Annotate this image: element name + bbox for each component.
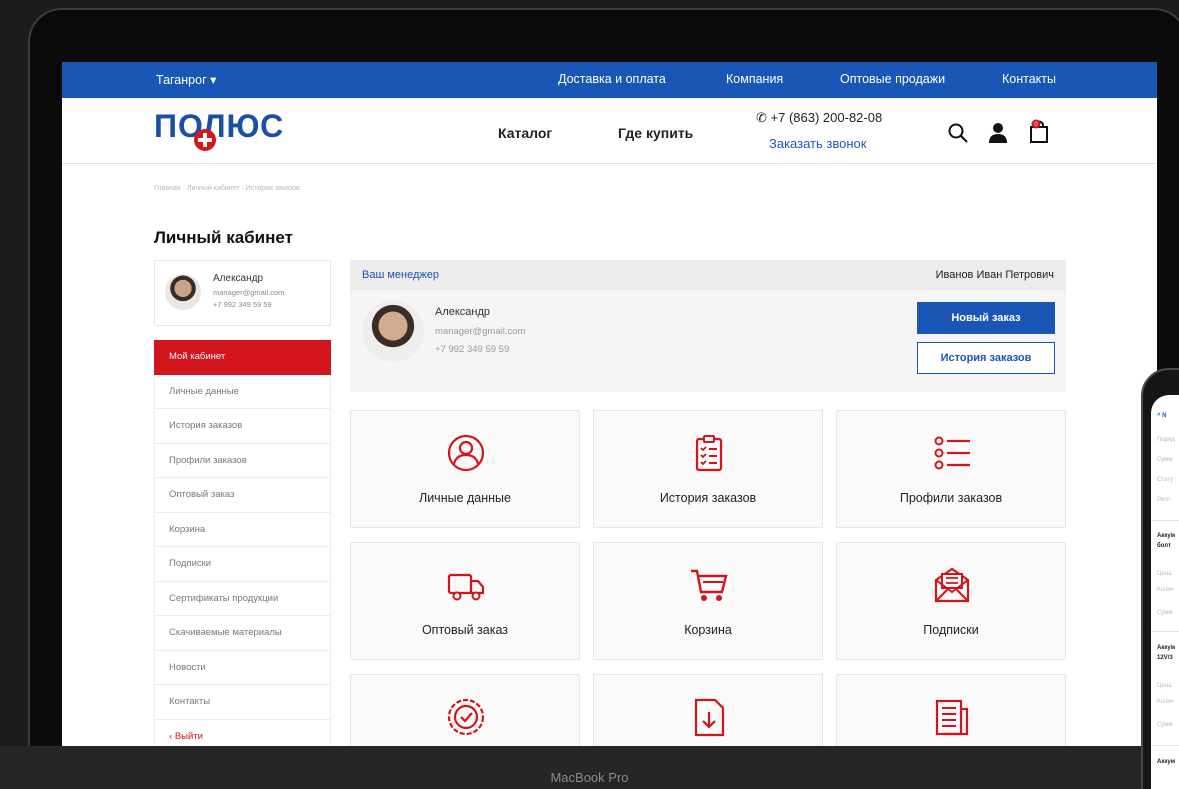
breadcrumb[interactable]: Главная · Личный кабинет · История заказ… [154, 185, 300, 192]
order-history-button[interactable]: История заказов [917, 342, 1055, 374]
top-bar: Таганрог ▾ Доставка и оплата Компания Оп… [62, 62, 1157, 98]
search-icon[interactable] [947, 122, 969, 144]
download-file-icon [694, 698, 725, 737]
manager-avatar [362, 300, 424, 362]
divider [1151, 631, 1179, 632]
side-item-wholesale-order[interactable]: Оптовый заказ [154, 478, 331, 513]
side-item-my-cabinet[interactable]: Мой кабинет [154, 340, 331, 375]
shopping-bag-icon[interactable]: 0 [1027, 118, 1051, 144]
phone-row: Колич [1157, 699, 1174, 705]
user-card: Александр manager@gmail.com +7 992 349 5… [154, 260, 331, 326]
tile-news[interactable] [836, 674, 1066, 746]
certificate-badge-icon [447, 698, 485, 736]
tile-label: Оптовый заказ [421, 623, 509, 637]
phone-row: Поряд [1157, 437, 1175, 443]
new-order-button[interactable]: Новый заказ [917, 302, 1055, 334]
nav-catalog[interactable]: Каталог [498, 125, 552, 141]
manager-user-name: Александр [435, 306, 491, 318]
side-item-logout[interactable]: ‹ Выйти [154, 719, 331, 746]
side-item-contacts[interactable]: Контакты [154, 685, 331, 720]
truck-icon [447, 573, 485, 601]
stage: MacBook Pro Таганрог ▾ Доставка и оплата… [0, 0, 1179, 789]
user-icon [447, 434, 485, 472]
city-selector[interactable]: Таганрог ▾ [156, 72, 216, 87]
tile-label: Профили заказов [899, 491, 1003, 505]
tile-label: Корзина [684, 623, 732, 637]
callback-link[interactable]: Заказать звонок [769, 136, 866, 151]
tile-downloads[interactable] [593, 674, 823, 746]
manager-panel: Ваш менеджер Иванов Иван Петрович Алекса… [350, 260, 1066, 392]
manager-name: Иванов Иван Петрович [935, 269, 1054, 281]
side-menu: Мой кабинет Личные данные История заказо… [154, 340, 331, 746]
cart-icon [691, 569, 728, 601]
side-item-personal-data[interactable]: Личные данные [154, 374, 331, 409]
side-item-order-profiles[interactable]: Профили заказов [154, 443, 331, 478]
side-item-certificates[interactable]: Сертификаты продукции [154, 581, 331, 616]
site-header: ПОЛЮС Каталог Где купить ✆ +7 (863) 200-… [62, 98, 1157, 164]
side-item-cart[interactable]: Корзина [154, 512, 331, 547]
tile-cart[interactable]: Корзина [593, 542, 823, 660]
tile-label: Личные данные [419, 491, 511, 505]
phone-row: 12V/3 [1157, 655, 1173, 661]
newspaper-icon [935, 699, 969, 736]
manager-header: Ваш менеджер Иванов Иван Петрович [350, 260, 1066, 290]
phone-collapse-chevron[interactable]: ^ N [1157, 413, 1167, 419]
page-title: Личный кабинет [154, 228, 293, 247]
phone-row: Аккум [1157, 533, 1176, 539]
phone-icon: ✆ [756, 110, 767, 125]
phone-row: Цена [1157, 683, 1172, 689]
top-nav-contacts[interactable]: Контакты [1002, 72, 1056, 86]
divider [1151, 520, 1179, 521]
website-screen: Таганрог ▾ Доставка и оплата Компания Оп… [62, 62, 1157, 746]
manager-user-email: manager@gmail.com [435, 326, 526, 337]
side-item-order-history[interactable]: История заказов [154, 409, 331, 444]
phone-row: Цена [1157, 571, 1172, 577]
top-nav-delivery[interactable]: Доставка и оплата [558, 72, 666, 86]
user-phone: +7 992 349 59 59 [213, 300, 272, 309]
user-account-icon[interactable] [988, 122, 1008, 144]
device-label: MacBook Pro [550, 770, 629, 785]
side-item-news[interactable]: Новости [154, 650, 331, 685]
phone-row: Сумм [1157, 722, 1173, 728]
clipboard-list-icon [695, 435, 723, 472]
phone-row: Аккум [1157, 759, 1176, 765]
tile-order-history[interactable]: История заказов [593, 410, 823, 528]
phone-row: Сумм [1157, 610, 1173, 616]
tile-subscriptions[interactable]: Подписки [836, 542, 1066, 660]
side-item-downloads[interactable]: Скачиваемые материалы [154, 616, 331, 651]
user-name: Александр [213, 273, 264, 284]
phone-row: Респ [1157, 497, 1171, 503]
tile-wholesale-order[interactable]: Оптовый заказ [350, 542, 580, 660]
tile-certificates[interactable] [350, 674, 580, 746]
manager-user-phone: +7 992 349 59 59 [435, 344, 510, 355]
envelope-icon [934, 567, 970, 603]
side-item-subscriptions[interactable]: Подписки [154, 547, 331, 582]
user-email: manager@gmail.com [213, 288, 285, 297]
divider [1151, 745, 1179, 746]
phone-row: Колич [1157, 587, 1174, 593]
phone-row: Сумм [1157, 457, 1173, 463]
tile-label: История заказов [659, 491, 757, 505]
list-icon [934, 436, 970, 470]
phone-row: Стату [1157, 477, 1174, 483]
phone-number[interactable]: ✆ +7 (863) 200-82-08 [756, 110, 882, 126]
phone-screen: ^ N Поряд Сумм Стату Респ Аккум болт Цен… [1151, 395, 1179, 789]
logo[interactable]: ПОЛЮС [154, 108, 284, 145]
manager-label: Ваш менеджер [362, 269, 439, 281]
avatar [165, 274, 201, 310]
logo-cross-icon [194, 129, 216, 151]
tile-label: Подписки [923, 623, 979, 637]
top-nav-company[interactable]: Компания [726, 72, 783, 86]
nav-where-to-buy[interactable]: Где купить [618, 125, 693, 141]
top-nav-wholesale[interactable]: Оптовые продажи [840, 72, 945, 86]
tile-order-profiles[interactable]: Профили заказов [836, 410, 1066, 528]
phone-row: Аккум [1157, 645, 1176, 651]
phone-row: болт [1157, 543, 1171, 549]
tile-personal-data[interactable]: Личные данные [350, 410, 580, 528]
